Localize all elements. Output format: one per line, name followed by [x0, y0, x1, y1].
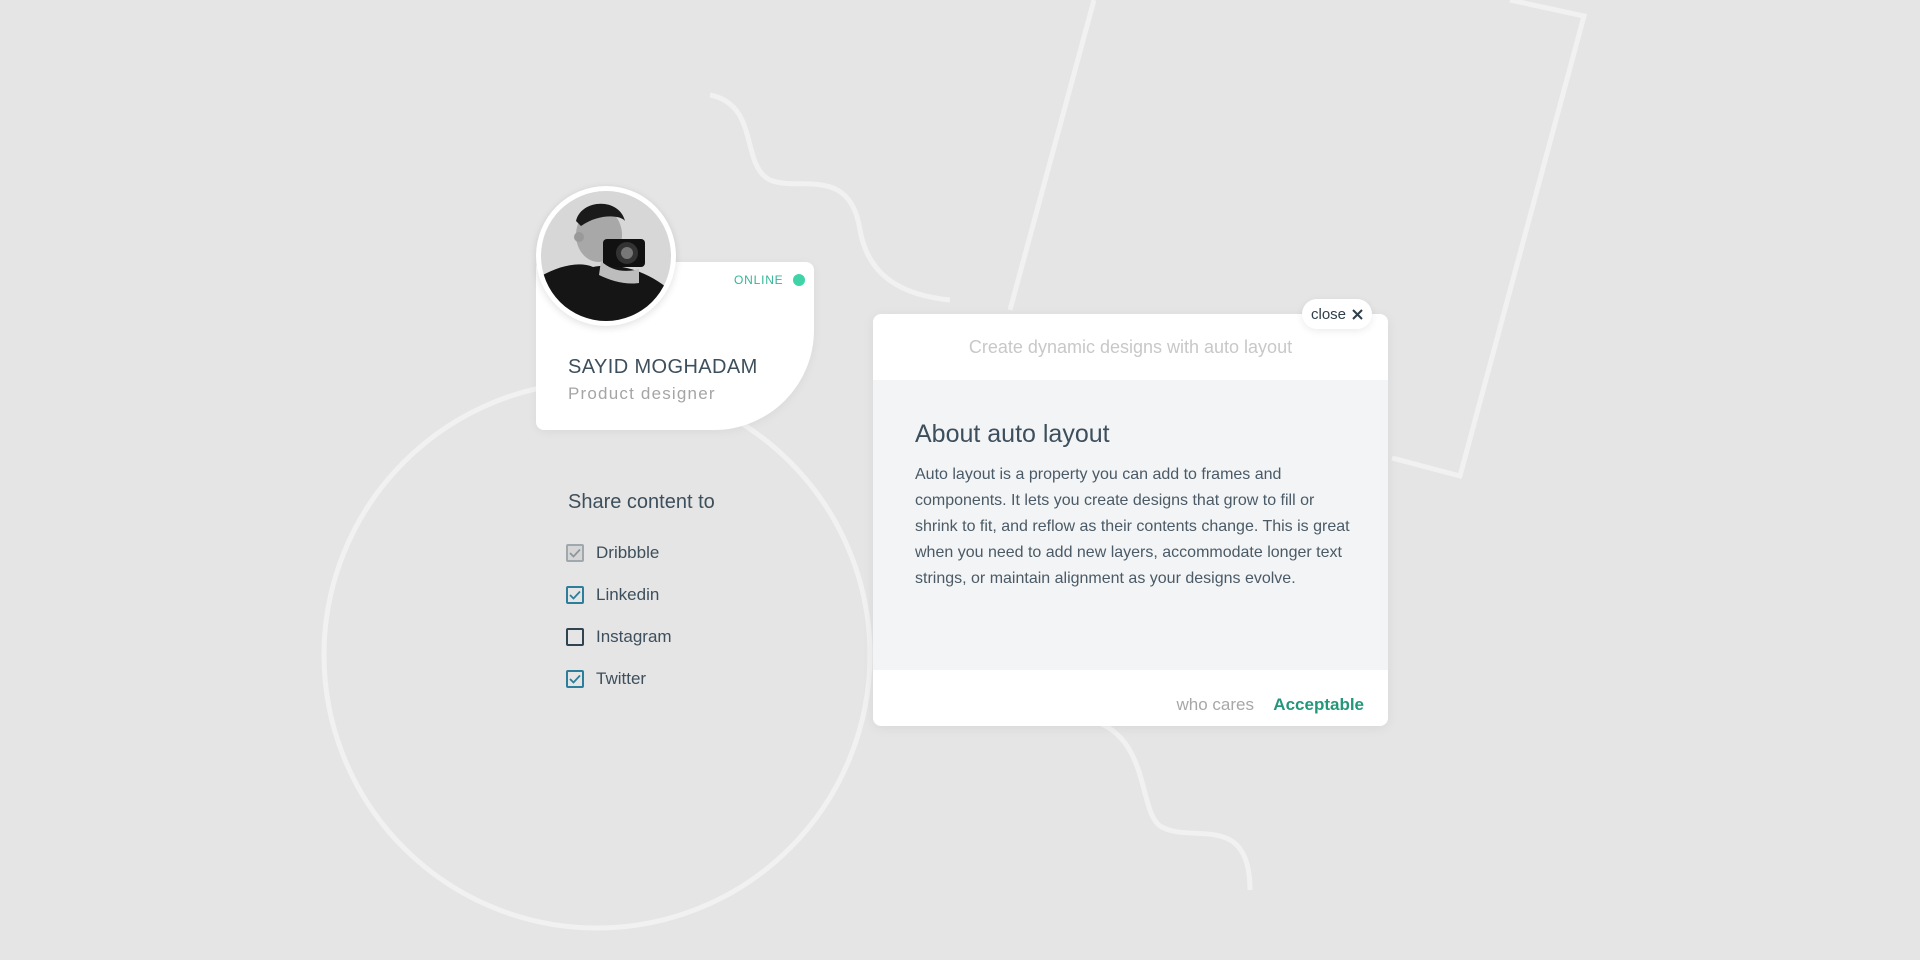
dialog-footer: who cares Acceptable	[873, 670, 1388, 726]
dribbble-checkbox[interactable]	[566, 544, 584, 562]
twitter-label: Twitter	[596, 669, 647, 688]
profile-role: Product designer	[568, 384, 716, 403]
share-list: Dribbble Linkedin Instagram Twitter	[566, 542, 672, 710]
close-label: close	[1310, 305, 1347, 323]
instagram-checkbox[interactable]	[566, 628, 584, 646]
share-title: Share content to	[568, 491, 715, 513]
twitter-checkbox[interactable]	[566, 670, 584, 688]
check-icon	[569, 674, 581, 684]
dialog-text: Auto layout is a property you can add to…	[915, 466, 1350, 587]
dialog-body: About auto layout Auto layout is a prope…	[873, 380, 1388, 670]
linkedin-label: Linkedin	[596, 585, 660, 604]
online-status: ONLINE	[734, 273, 806, 287]
linkedin-checkbox[interactable]	[566, 586, 584, 604]
close-icon	[1352, 308, 1363, 320]
avatar[interactable]	[536, 186, 676, 326]
online-status-label: ONLINE	[734, 273, 784, 287]
profile-name: SAYID MOGHADAM	[568, 356, 758, 378]
close-button[interactable]: close	[1302, 299, 1372, 329]
acceptable-button[interactable]: Acceptable	[1273, 695, 1364, 715]
share-item-twitter[interactable]: Twitter	[566, 668, 672, 690]
online-dot-icon	[793, 274, 806, 286]
share-item-instagram[interactable]: Instagram	[566, 626, 672, 648]
check-icon	[569, 590, 581, 600]
who-cares-button[interactable]: who cares	[1177, 695, 1254, 715]
avatar-photo-icon	[541, 191, 671, 321]
instagram-label: Instagram	[596, 627, 672, 646]
check-icon	[569, 548, 581, 558]
share-item-linkedin[interactable]: Linkedin	[566, 584, 672, 606]
dialog-title: About auto layout	[915, 420, 1110, 448]
share-item-dribbble[interactable]: Dribbble	[566, 542, 672, 564]
auto-layout-dialog: Create dynamic designs with auto layout …	[873, 314, 1388, 726]
dribbble-label: Dribbble	[596, 543, 660, 562]
